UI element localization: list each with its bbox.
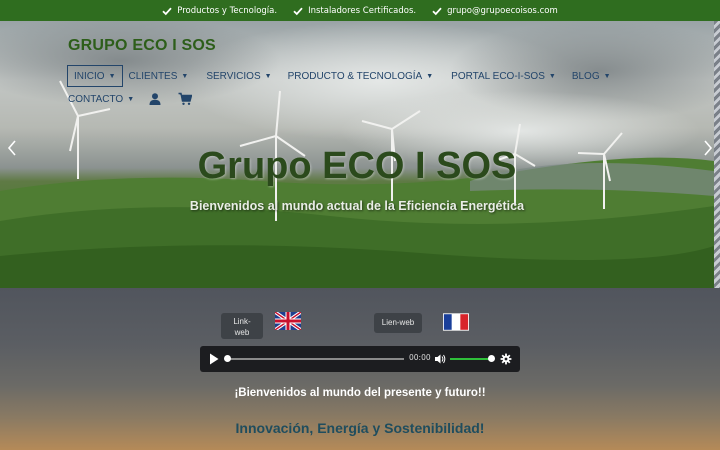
welcome-section: Link- web Lien-web 00:00 ¡Bienvenidos al…: [0, 288, 720, 450]
france-flag-icon[interactable]: [443, 313, 469, 331]
topbar-item-label: Instaladores Certificados.: [308, 5, 417, 16]
nav-row: INICIO ▼ CLIENTES ▼ SERVICIOS ▼ PRODUCTO…: [67, 65, 627, 87]
hero-title: Grupo ECO I SOS: [197, 145, 517, 187]
play-icon[interactable]: [209, 353, 219, 365]
hero-slider: GRUPO ECO I SOS INICIO ▼ CLIENTES ▼ SERV…: [0, 21, 714, 288]
nav-item-label: INICIO: [74, 70, 105, 82]
chevron-down-icon: ▼: [108, 72, 116, 80]
nav-item-label: PORTAL ECO-I-SOS: [451, 70, 545, 82]
nav-item-label: SERVICIOS: [206, 70, 261, 82]
top-info-bar: Productos y Tecnología. Instaladores Cer…: [0, 0, 720, 21]
user-icon[interactable]: [148, 92, 162, 106]
topbar-item-installers: Instaladores Certificados.: [293, 6, 416, 16]
nav-item-label: BLOG: [571, 70, 600, 82]
brand-logo-text[interactable]: GRUPO ECO I SOS: [68, 37, 216, 55]
nav-item-label: CONTACTO: [68, 93, 124, 105]
gear-icon[interactable]: [500, 353, 512, 365]
topbar-item-products: Productos y Tecnología.: [162, 6, 277, 16]
audio-time: 00:00: [409, 353, 431, 362]
volume-handle[interactable]: [488, 355, 495, 362]
chevron-down-icon: ▼: [264, 72, 272, 80]
nav-item-label: PRODUCTO & TECNOLOGÍA: [287, 70, 423, 82]
side-decoration: [714, 21, 720, 288]
link-web-button[interactable]: Link- web: [221, 313, 263, 339]
topbar-item-email[interactable]: grupo@grupoecoisos.com: [432, 6, 558, 16]
nav-item-blog[interactable]: BLOG ▼: [566, 65, 617, 87]
chevron-right-icon[interactable]: [701, 138, 714, 158]
chevron-down-icon: ▼: [426, 72, 434, 80]
topbar-email-link[interactable]: grupo@grupoecoisos.com: [447, 6, 558, 16]
nav-item-clientes[interactable]: CLIENTES ▼: [123, 65, 195, 87]
chevron-down-icon: ▼: [548, 72, 556, 80]
nav-item-servicios[interactable]: SERVICIOS ▼: [200, 65, 277, 87]
volume-slider[interactable]: [450, 358, 492, 360]
nav-item-producto-tecnologia[interactable]: PRODUCTO & TECNOLOGÍA ▼: [282, 65, 440, 87]
chevron-left-icon[interactable]: [5, 138, 19, 158]
chevron-down-icon: ▼: [127, 95, 135, 103]
welcome-text: ¡Bienvenidos al mundo del presente y fut…: [234, 387, 486, 399]
chevron-down-icon: ▼: [603, 72, 611, 80]
audio-progress-bar[interactable]: [226, 358, 404, 360]
hero-subtitle: Bienvenidos al mundo actual de la Eficie…: [189, 199, 525, 213]
check-icon: [162, 7, 172, 15]
nav-row: CONTACTO ▼: [67, 88, 627, 110]
tagline-heading: Innovación, Energía y Sostenibilidad!: [235, 420, 485, 436]
link-web-label-line1: Link-: [233, 317, 251, 326]
volume-icon[interactable]: [434, 353, 446, 365]
nav-item-inicio[interactable]: INICIO ▼: [67, 65, 123, 87]
uk-flag-icon[interactable]: [275, 312, 301, 330]
main-nav: INICIO ▼ CLIENTES ▼ SERVICIOS ▼ PRODUCTO…: [67, 65, 627, 110]
audio-progress-handle[interactable]: [224, 355, 231, 362]
cart-icon[interactable]: [178, 92, 193, 106]
nav-item-label: CLIENTES: [128, 70, 178, 82]
check-icon: [432, 7, 442, 15]
check-icon: [293, 7, 303, 15]
audio-player: 00:00: [200, 346, 520, 372]
nav-item-portal[interactable]: PORTAL ECO-I-SOS ▼: [445, 65, 562, 87]
topbar-item-label: Productos y Tecnología.: [177, 5, 278, 16]
link-web-label-line2: web: [234, 328, 250, 337]
lien-web-button[interactable]: Lien-web: [374, 313, 422, 333]
nav-item-contacto[interactable]: CONTACTO ▼: [67, 88, 140, 110]
chevron-down-icon: ▼: [181, 72, 189, 80]
